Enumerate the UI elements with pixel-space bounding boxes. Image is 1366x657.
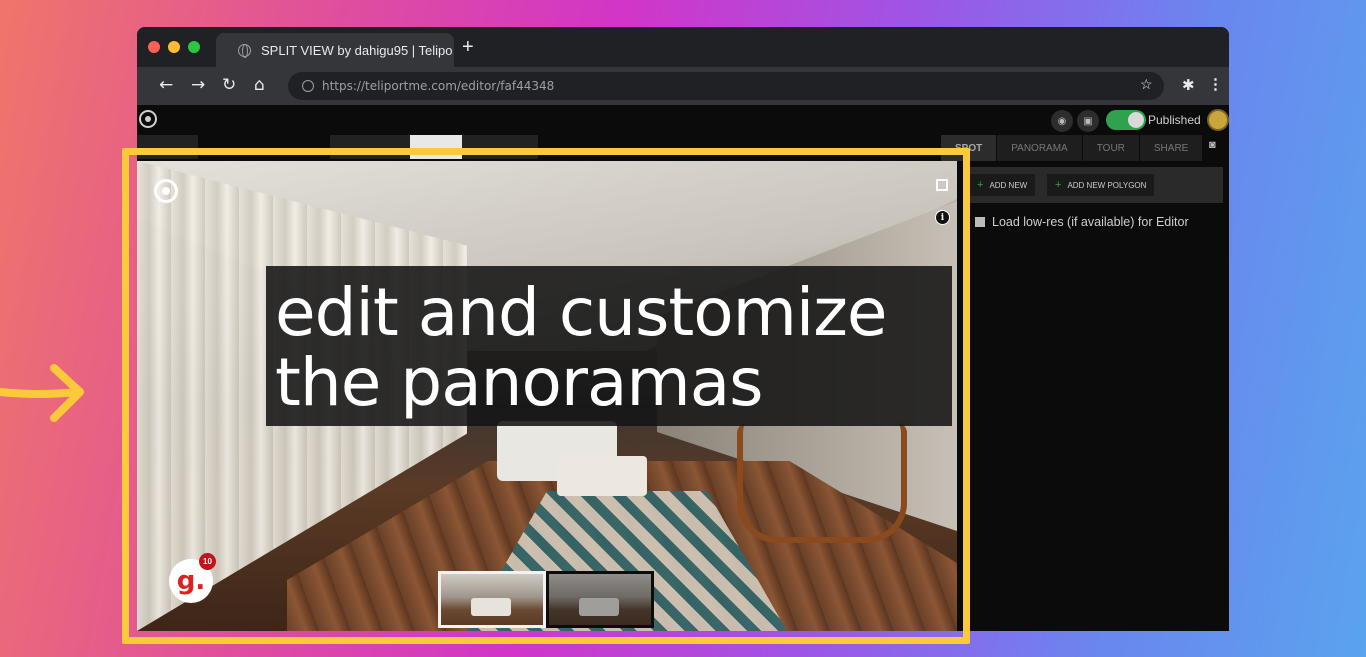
right-tabs: SPOT PANORAMA TOUR SHARE: [941, 135, 1204, 161]
arrow-right-icon: [0, 364, 84, 422]
eye-icon[interactable]: ◉: [1051, 110, 1073, 132]
add-new-label: ADD NEW: [989, 180, 1028, 190]
add-polygon-label: ADD NEW POLYGON: [1067, 180, 1147, 190]
highlight-frame: [122, 148, 970, 644]
home-icon[interactable]: ⌂: [254, 75, 265, 95]
hotspot-toolbar: + ADD NEW + ADD NEW POLYGON: [963, 167, 1223, 203]
new-tab-button[interactable]: +: [462, 36, 474, 59]
forward-icon[interactable]: →: [191, 75, 205, 95]
minimize-window-button[interactable]: [168, 41, 180, 53]
add-polygon-button[interactable]: + ADD NEW POLYGON: [1047, 174, 1155, 196]
close-window-button[interactable]: [148, 41, 160, 53]
tab-share[interactable]: SHARE: [1139, 135, 1204, 161]
menu-icon[interactable]: ⋮: [1208, 75, 1223, 93]
published-label: Published: [1148, 113, 1201, 127]
camera-icon[interactable]: ◙: [1209, 139, 1216, 151]
tab-tour[interactable]: TOUR: [1082, 135, 1140, 161]
app-logo[interactable]: [139, 110, 157, 128]
site-info-icon[interactable]: [302, 80, 314, 92]
extensions-icon[interactable]: ✱: [1182, 76, 1195, 94]
lowres-checkbox[interactable]: [975, 217, 985, 227]
globe-icon: [238, 43, 251, 58]
browser-toolbar: ← → ↻ ⌂ https://teliportme.com/editor/fa…: [137, 67, 1229, 105]
plus-icon: +: [977, 179, 984, 191]
publish-toggle[interactable]: [1106, 110, 1146, 130]
avatar[interactable]: [1207, 109, 1229, 131]
browser-tab[interactable]: SPLIT VIEW by dahigu95 | Telipo: [216, 33, 454, 67]
plus-icon: +: [1055, 179, 1062, 191]
tab-title: SPLIT VIEW by dahigu95 | Telipo: [261, 42, 453, 58]
reload-icon[interactable]: ↻: [222, 75, 236, 95]
save-icon[interactable]: ▣: [1077, 110, 1099, 132]
star-icon[interactable]: ☆: [1140, 76, 1153, 93]
address-bar[interactable]: https://teliportme.com/editor/faf44348: [288, 72, 1164, 100]
lowres-option[interactable]: Load low-res (if available) for Editor: [975, 215, 1189, 229]
url-text: https://teliportme.com/editor/faf44348: [322, 79, 555, 93]
lowres-label: Load low-res (if available) for Editor: [992, 215, 1189, 229]
add-new-button[interactable]: + ADD NEW: [969, 174, 1036, 196]
browser-titlebar: SPLIT VIEW by dahigu95 | Telipo +: [137, 27, 1229, 67]
back-icon[interactable]: ←: [159, 75, 173, 95]
tab-panorama[interactable]: PANORAMA: [997, 135, 1083, 161]
maximize-window-button[interactable]: [188, 41, 200, 53]
